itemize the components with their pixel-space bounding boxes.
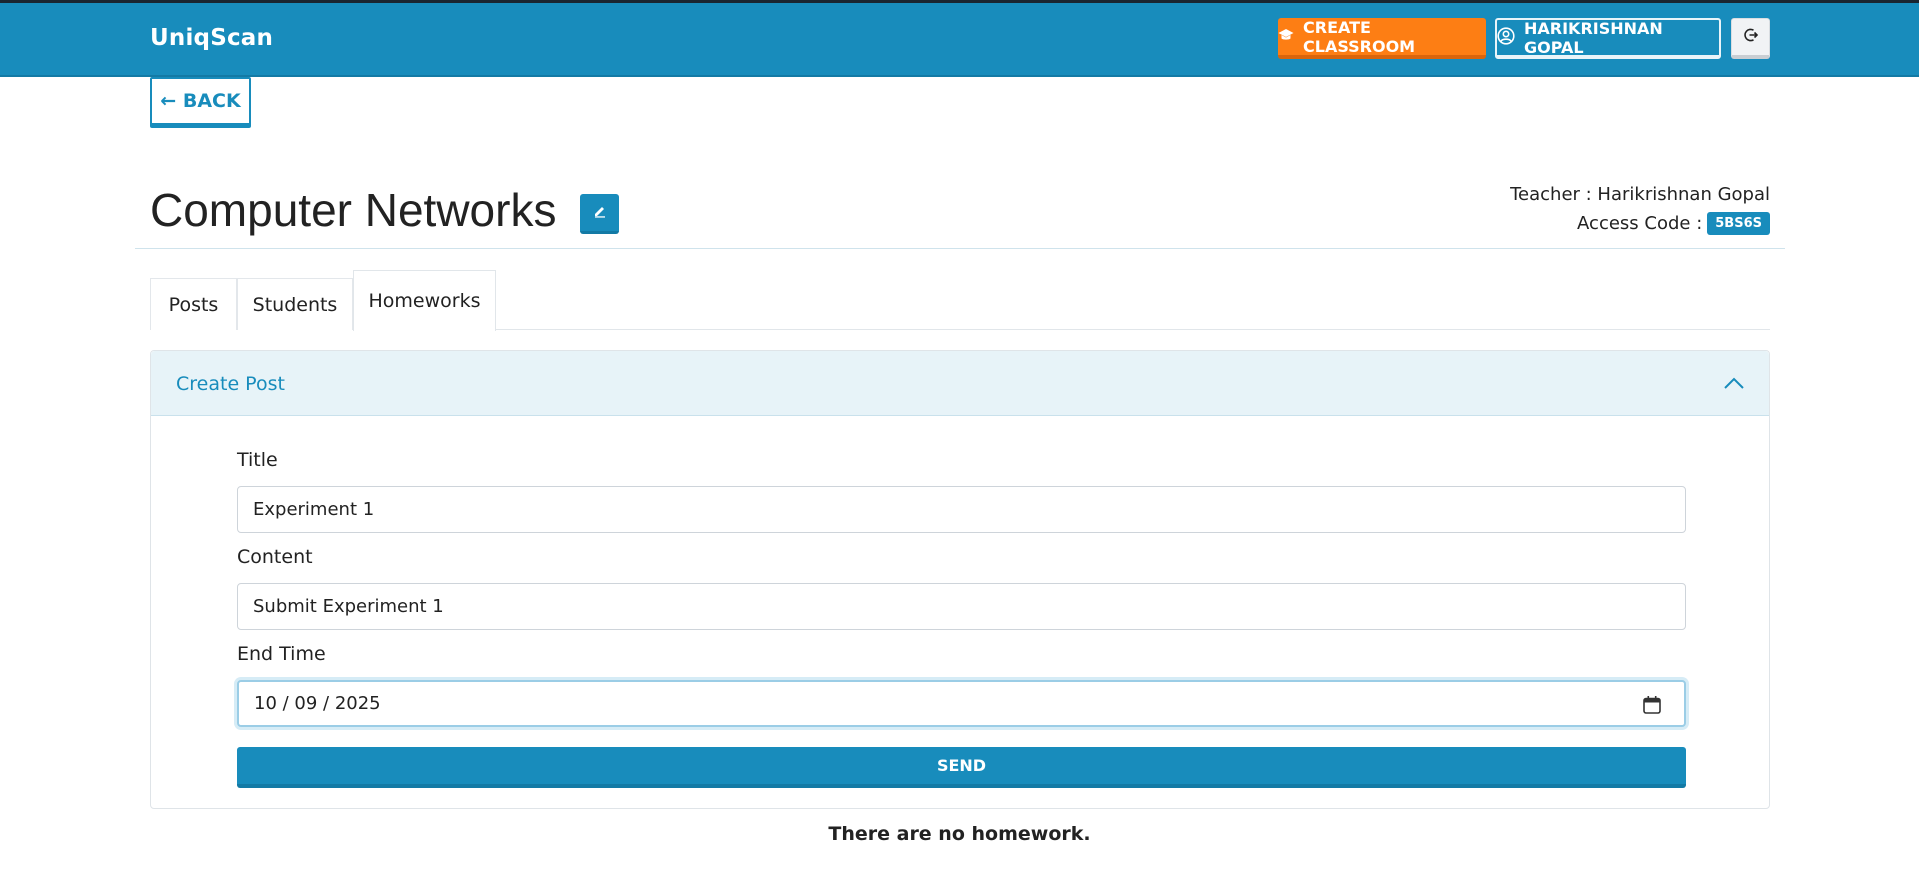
end-time-value: 10 / 09 / 2025 [254,693,381,714]
calendar-icon[interactable] [1642,695,1662,720]
classroom-tabs: Posts Students Homeworks [150,270,1770,331]
app-brand[interactable]: UniqScan [150,25,273,51]
user-circle-icon [1497,26,1515,49]
teacher-name: Teacher : Harikrishnan Gopal [1510,184,1770,205]
access-code-label: Access Code : [1577,213,1703,234]
user-profile-button[interactable]: HARIKRISHNAN GOPAL [1495,18,1721,59]
user-name-label: HARIKRISHNAN GOPAL [1524,18,1663,57]
send-button[interactable]: SEND [237,747,1686,788]
back-button[interactable]: ← BACK [150,77,251,128]
empty-homework-message: There are no homework. [828,823,1091,845]
edit-classroom-button[interactable] [580,194,619,234]
title-input[interactable]: Experiment 1 [237,486,1686,533]
tab-students[interactable]: Students [237,278,353,330]
title-label: Title [237,449,278,471]
pencil-icon [593,203,607,222]
create-post-header[interactable]: Create Post [151,351,1769,416]
access-code-badge: 5BS6S [1707,212,1770,235]
create-post-card: Create Post Title Experiment 1 Content S… [150,350,1770,809]
create-post-title: Create Post [176,373,285,395]
tab-homeworks[interactable]: Homeworks [353,270,496,331]
create-classroom-button[interactable]: CREATE CLASSROOM [1278,18,1486,59]
create-classroom-label: CREATE CLASSROOM [1303,17,1416,56]
end-time-label: End Time [237,643,326,665]
logout-button[interactable] [1731,18,1770,59]
graduation-cap-icon [1278,27,1294,46]
content-label: Content [237,546,313,568]
top-navbar: UniqScan CREATE CLASSROOM HARIKRISHNAN G… [0,0,1919,77]
end-time-date-input[interactable]: 10 / 09 / 2025 [237,680,1686,727]
content-input[interactable]: Submit Experiment 1 [237,583,1686,630]
page-title: Computer Networks [150,184,557,236]
access-code-row: Access Code : 5BS6S [1577,212,1770,235]
header-divider [135,248,1785,249]
tab-posts[interactable]: Posts [150,278,237,330]
logout-icon [1743,27,1759,47]
chevron-up-icon[interactable] [1723,375,1745,394]
